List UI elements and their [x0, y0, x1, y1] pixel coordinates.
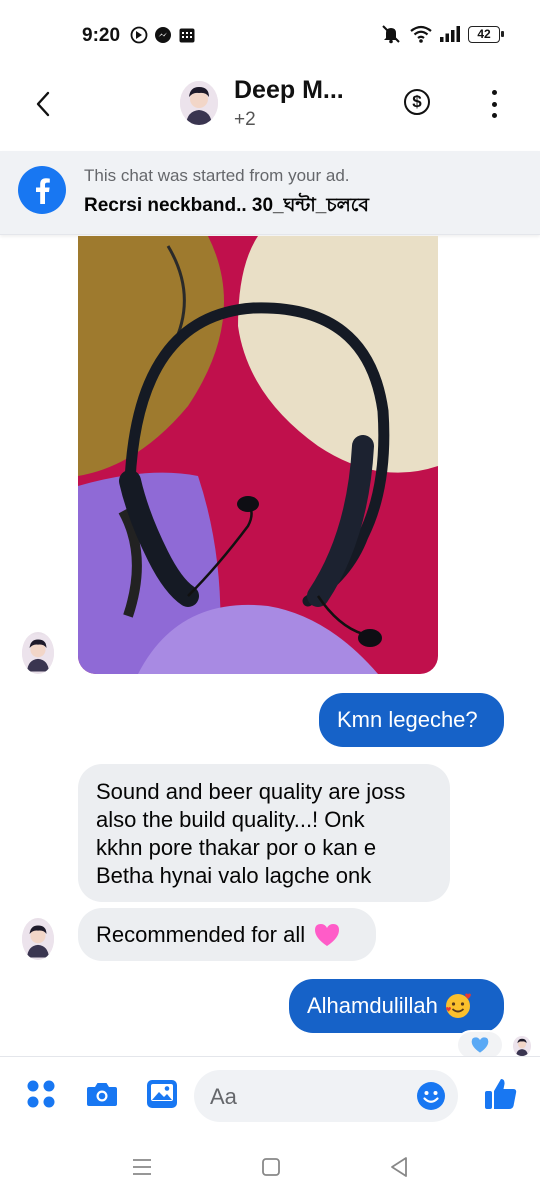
chat-title[interactable]: Deep M...	[234, 76, 344, 105]
home-icon[interactable]	[261, 1157, 281, 1177]
message-input-placeholder: Aa	[210, 1084, 237, 1109]
like-button[interactable]	[484, 1077, 518, 1111]
back-nav-icon[interactable]	[389, 1156, 409, 1178]
message-outgoing[interactable]: Alhamdulillah	[289, 979, 504, 1033]
messenger-icon	[155, 27, 171, 43]
calendar-app-icon	[179, 28, 195, 43]
signal-icon	[440, 26, 460, 42]
ad-origin-banner[interactable]: This chat was started from your ad. Recr…	[0, 151, 540, 235]
recent-apps-icon[interactable]	[132, 1157, 152, 1177]
camera-icon	[87, 1083, 117, 1106]
product-photo[interactable]	[78, 236, 438, 674]
message-composer: Aa	[0, 1056, 540, 1136]
facebook-logo-icon	[18, 166, 66, 214]
status-notification-icons	[130, 26, 196, 44]
seen-indicator-avatar	[513, 1036, 531, 1056]
message-outgoing[interactable]: Kmn legeche?	[319, 693, 504, 747]
chevron-left-icon	[36, 91, 50, 117]
message-incoming[interactable]: Sound and beer quality are joss also the…	[78, 764, 450, 902]
four-dots-icon	[27, 1080, 55, 1108]
ad-product-title: Recrsi neckband.. 30_ঘন্টা_চলবে	[84, 195, 369, 216]
thumbs-up-icon	[485, 1079, 517, 1109]
gallery-button[interactable]	[146, 1079, 178, 1109]
contact-avatar[interactable]	[180, 81, 218, 125]
do-not-disturb-icon	[130, 26, 148, 44]
status-system-icons: 42	[380, 24, 504, 44]
emoji-icon[interactable]	[416, 1081, 446, 1111]
sender-avatar[interactable]	[22, 918, 54, 960]
message-text-line: also the build quality...! Onk	[96, 807, 365, 832]
status-time: 9:20	[82, 25, 121, 46]
camera-button[interactable]	[86, 1080, 118, 1108]
sender-avatar[interactable]	[22, 632, 54, 674]
message-text-line: kkhn pore thakar por o kan e	[96, 835, 377, 860]
pink-heart-icon	[315, 923, 340, 946]
chat-member-count: +2	[234, 109, 256, 130]
ad-notice-text: This chat was started from your ad.	[84, 166, 350, 185]
smiling-face-with-hearts-icon	[445, 993, 471, 1018]
message-text: Recommended for all	[96, 921, 306, 947]
more-options-button[interactable]	[484, 90, 504, 118]
payment-button[interactable]: $	[404, 89, 430, 115]
message-input[interactable]: Aa	[194, 1070, 458, 1122]
message-text: Kmn legeche?	[337, 707, 478, 732]
message-incoming[interactable]: Recommended for all	[78, 908, 376, 961]
blue-heart-icon	[471, 1037, 489, 1053]
more-actions-button[interactable]	[26, 1079, 56, 1109]
message-text: Alhamdulillah	[307, 993, 438, 1018]
system-navigation-bar	[0, 1136, 540, 1200]
message-text-line: Betha hynai valo lagche onk	[96, 863, 372, 888]
status-bar: 9:20 42	[0, 0, 540, 64]
battery-indicator: 42	[468, 25, 504, 43]
message-text-line: Sound and beer quality are joss	[96, 779, 406, 804]
back-button[interactable]	[26, 84, 60, 124]
chat-header: Deep M... +2 $	[0, 64, 540, 150]
mute-icon	[382, 25, 400, 44]
image-icon	[147, 1080, 177, 1108]
wifi-icon	[410, 25, 432, 43]
